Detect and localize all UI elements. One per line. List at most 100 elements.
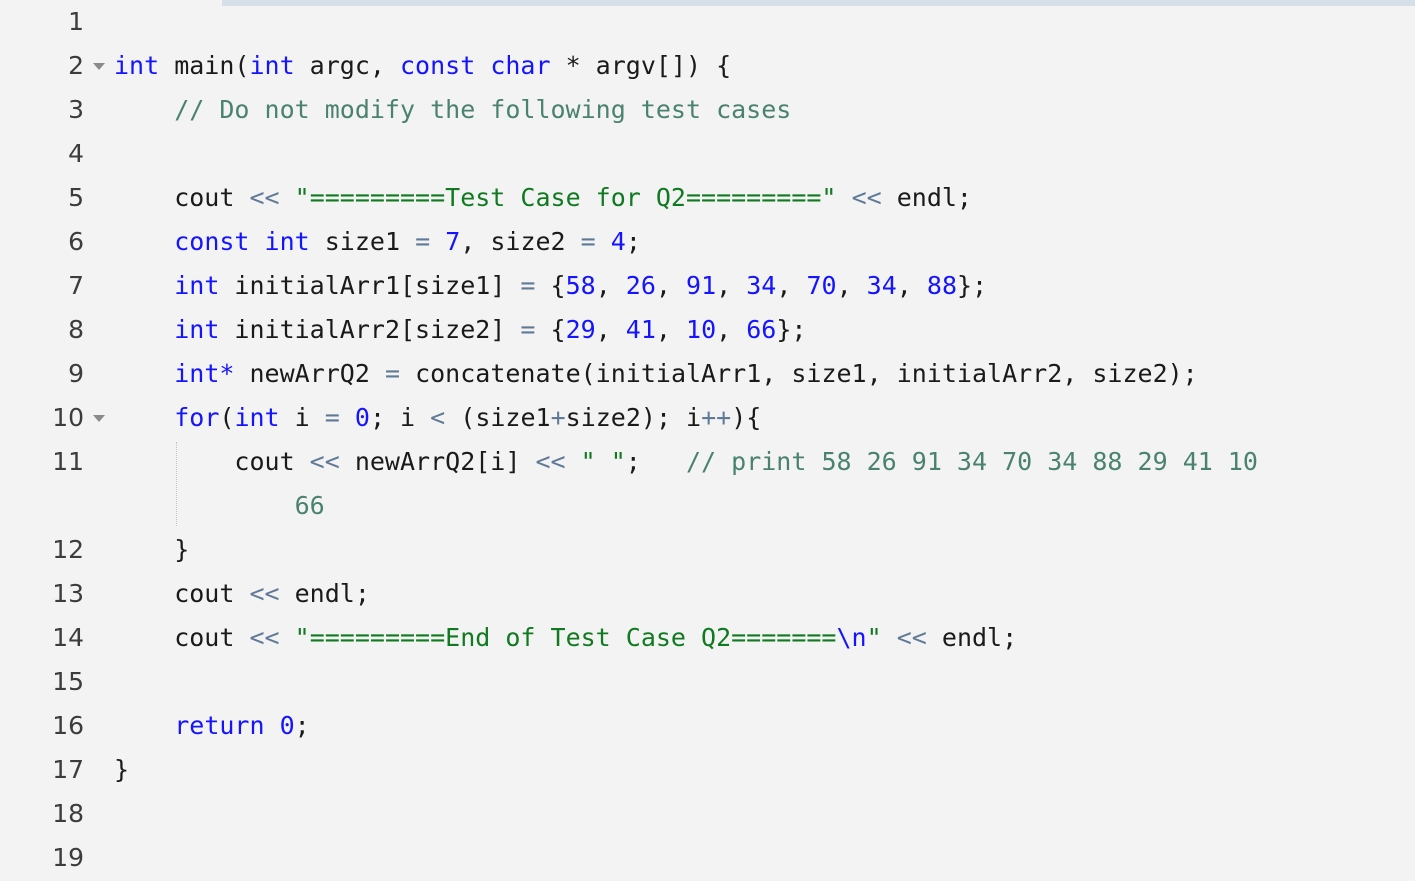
code-line-content[interactable]: // Do not modify the following test case… bbox=[110, 88, 1415, 132]
line-number[interactable]: 3 bbox=[0, 88, 88, 132]
code-line-content[interactable]: return 0; bbox=[110, 704, 1415, 748]
code-line-content[interactable]: int initialArr2[size2] = {29, 41, 10, 66… bbox=[110, 308, 1415, 352]
code-line[interactable]: 5 cout << "=========Test Case for Q2====… bbox=[0, 176, 1415, 220]
line-number[interactable]: 19 bbox=[0, 836, 88, 880]
token-num: 0 bbox=[279, 711, 295, 740]
line-number[interactable]: 16 bbox=[0, 704, 88, 748]
code-line-content[interactable]: for(int i = 0; i < (size1+size2); i++){ bbox=[110, 396, 1415, 440]
code-line[interactable]: 7 int initialArr1[size1] = {58, 26, 91, … bbox=[0, 264, 1415, 308]
fold-toggle-icon[interactable] bbox=[88, 44, 110, 88]
code-line[interactable]: 9 int* newArrQ2 = concatenate(initialArr… bbox=[0, 352, 1415, 396]
line-number[interactable]: 10 bbox=[0, 396, 88, 440]
chevron-down-icon[interactable] bbox=[93, 62, 105, 70]
code-line-content[interactable]: const int size1 = 7, size2 = 4; bbox=[110, 220, 1415, 264]
token-pln bbox=[566, 447, 581, 476]
token-pln: concatenate(initialArr1, size1, initialA… bbox=[400, 359, 1198, 388]
token-pln: ; bbox=[625, 447, 686, 476]
code-line[interactable]: 18 bbox=[0, 792, 1415, 836]
code-line-content[interactable] bbox=[110, 836, 1415, 880]
code-line[interactable]: 19 bbox=[0, 836, 1415, 880]
line-number[interactable]: 5 bbox=[0, 176, 88, 220]
code-line-content[interactable]: } bbox=[110, 528, 1415, 572]
token-num: 7 bbox=[445, 227, 461, 256]
token-num: 70 bbox=[806, 271, 837, 300]
line-number[interactable]: 12 bbox=[0, 528, 88, 572]
code-line-content[interactable]: cout << endl; bbox=[110, 572, 1415, 616]
token-str: "=========Test Case for Q2=========" bbox=[294, 183, 837, 212]
code-line-content[interactable] bbox=[110, 0, 1415, 44]
token-pln: { bbox=[535, 315, 566, 344]
code-line[interactable]: 4 bbox=[0, 132, 1415, 176]
fold-toggle-icon[interactable] bbox=[88, 396, 110, 440]
code-line-content[interactable]: cout << newArrQ2[i] << " "; // print 58 … bbox=[110, 440, 1415, 528]
token-pln: , bbox=[595, 315, 626, 344]
token-kw: const bbox=[399, 51, 476, 80]
token-pln: , bbox=[776, 271, 807, 300]
line-number[interactable]: 6 bbox=[0, 220, 88, 264]
token-pln: ; bbox=[294, 711, 310, 740]
code-line[interactable]: 6 const int size1 = 7, size2 = 4; bbox=[0, 220, 1415, 264]
chevron-down-icon[interactable] bbox=[93, 414, 105, 422]
indent-guide bbox=[176, 442, 178, 526]
token-num: 34 bbox=[866, 271, 897, 300]
code-line-content[interactable] bbox=[110, 792, 1415, 836]
token-num: 10 bbox=[686, 315, 717, 344]
code-line[interactable]: 14 cout << "=========End of Test Case Q2… bbox=[0, 616, 1415, 660]
line-number[interactable]: 13 bbox=[0, 572, 88, 616]
token-kw: return bbox=[174, 711, 265, 740]
token-pln bbox=[475, 51, 490, 80]
code-line[interactable]: 16 return 0; bbox=[0, 704, 1415, 748]
token-pln bbox=[114, 403, 174, 432]
code-line[interactable]: 8 int initialArr2[size2] = {29, 41, 10, … bbox=[0, 308, 1415, 352]
token-num: 91 bbox=[686, 271, 717, 300]
line-number[interactable]: 17 bbox=[0, 748, 88, 792]
code-line-content[interactable]: cout << "=========Test Case for Q2======… bbox=[110, 176, 1415, 220]
code-editor: 1 2 int main(int argc, const char * argv[]… bbox=[0, 0, 1415, 881]
line-number[interactable]: 4 bbox=[0, 132, 88, 176]
token-pln: , bbox=[655, 271, 687, 300]
token-pln bbox=[280, 183, 295, 212]
code-line[interactable]: 15 bbox=[0, 660, 1415, 704]
line-number[interactable]: 1 bbox=[0, 0, 88, 44]
line-number[interactable]: 2 bbox=[0, 44, 88, 88]
code-line-content[interactable] bbox=[110, 660, 1415, 704]
code-line-content[interactable]: int initialArr1[size1] = {58, 26, 91, 34… bbox=[110, 264, 1415, 308]
code-line[interactable]: 1 bbox=[0, 0, 1415, 44]
code-line[interactable]: 10 for(int i = 0; i < (size1+size2); i++… bbox=[0, 396, 1415, 440]
token-pln: }; bbox=[957, 271, 988, 300]
code-line-content[interactable]: } bbox=[110, 748, 1415, 792]
token-pln: , bbox=[716, 315, 747, 344]
token-esc: \n bbox=[836, 623, 867, 652]
code-line-content[interactable]: int main(int argc, const char * argv[]) … bbox=[110, 44, 1415, 88]
code-line-content[interactable]: cout << "=========End of Test Case Q2===… bbox=[110, 616, 1415, 660]
line-number[interactable]: 7 bbox=[0, 264, 88, 308]
code-line-content[interactable] bbox=[110, 132, 1415, 176]
token-pln bbox=[882, 623, 897, 652]
line-number[interactable]: 15 bbox=[0, 660, 88, 704]
code-line[interactable]: 13 cout << endl; bbox=[0, 572, 1415, 616]
code-line[interactable]: 2 int main(int argc, const char * argv[])… bbox=[0, 44, 1415, 88]
code-line[interactable]: 11 cout << newArrQ2[i] << " "; // print … bbox=[0, 440, 1415, 528]
code-line[interactable]: 3 // Do not modify the following test ca… bbox=[0, 88, 1415, 132]
token-pln bbox=[596, 227, 611, 256]
token-pln: }; bbox=[776, 315, 807, 344]
line-number[interactable]: 9 bbox=[0, 352, 88, 396]
code-lines-container[interactable]: 1 2 int main(int argc, const char * argv[]… bbox=[0, 0, 1415, 881]
token-op: = bbox=[520, 271, 536, 300]
token-pln: endl; bbox=[279, 579, 370, 608]
token-num: 29 bbox=[565, 315, 596, 344]
line-number[interactable]: 18 bbox=[0, 792, 88, 836]
line-number[interactable]: 14 bbox=[0, 616, 88, 660]
line-number[interactable]: 8 bbox=[0, 308, 88, 352]
line-number[interactable]: 11 bbox=[0, 440, 88, 484]
code-line[interactable]: 12 } bbox=[0, 528, 1415, 572]
code-line[interactable]: 17} bbox=[0, 748, 1415, 792]
code-line-content[interactable]: int* newArrQ2 = concatenate(initialArr1,… bbox=[110, 352, 1415, 396]
token-pln bbox=[837, 183, 852, 212]
